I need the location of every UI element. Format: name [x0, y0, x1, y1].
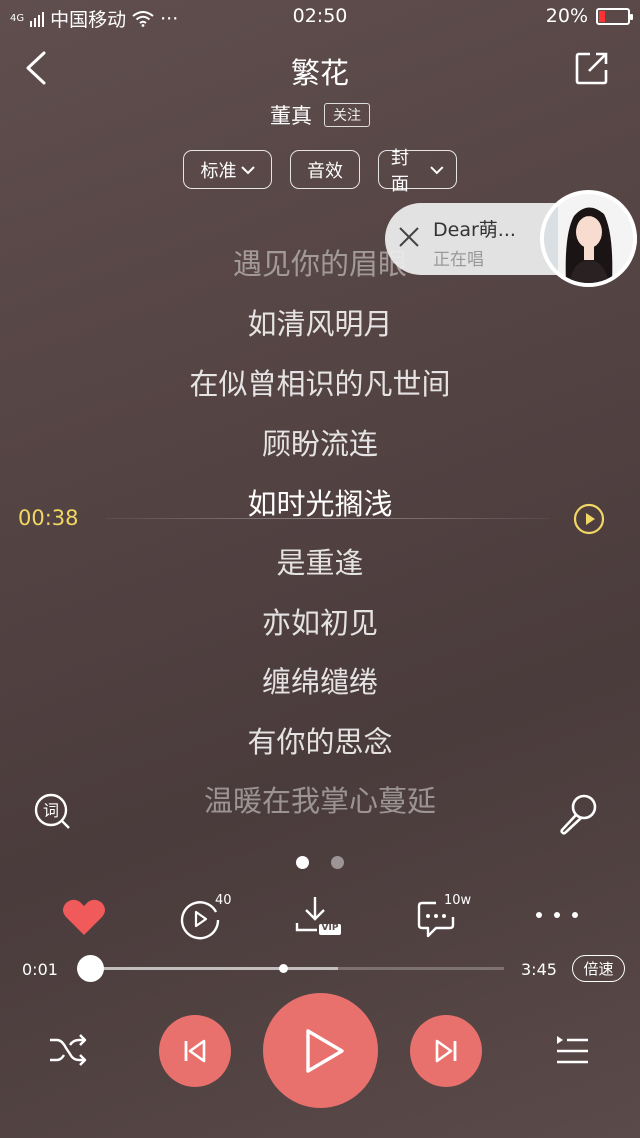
lyric-line: 是重逢	[276, 546, 364, 580]
lyric-line: 温暖在我掌心蔓延	[203, 784, 436, 818]
download-button[interactable]: VIP	[295, 895, 343, 939]
play-button[interactable]	[263, 993, 378, 1108]
like-heart-icon[interactable]	[62, 898, 106, 936]
artist-row: 董真 关注	[0, 100, 640, 130]
follow-button[interactable]: 关注	[324, 103, 370, 127]
singing-status: 正在唱	[433, 250, 484, 270]
lyric-seek-bar[interactable]: 00:38	[18, 503, 618, 535]
comment-count: 10w	[444, 893, 472, 908]
more-icon[interactable]	[535, 910, 579, 920]
microphone-icon[interactable]	[556, 792, 600, 836]
buffer-marker	[279, 964, 288, 973]
chevron-down-icon	[430, 165, 444, 174]
lyric-line: 亦如初见	[261, 606, 378, 640]
lyric-line: 缠绵缱绻	[261, 665, 378, 699]
play-icon	[305, 1028, 344, 1073]
status-bar: 4G 中国移动 ··· 02:50 20%	[0, 0, 640, 34]
previous-icon	[184, 1039, 206, 1063]
page-dot-active	[296, 856, 309, 869]
seek-time: 00:38	[18, 506, 79, 530]
svg-text:词: 词	[43, 801, 59, 820]
progress-handle[interactable]	[77, 955, 104, 982]
page-dot	[331, 856, 344, 869]
tab-sound-effect[interactable]: 音效	[290, 150, 360, 189]
tab-standard[interactable]: 标准	[183, 150, 272, 189]
page-indicator	[0, 856, 640, 869]
avatar-image	[544, 194, 633, 283]
playlist-icon[interactable]	[554, 1034, 590, 1068]
video-count: 40	[215, 893, 232, 908]
lyric-line: 在似曾相识的凡世间	[189, 367, 451, 401]
lyric-line: 有你的思念	[247, 725, 393, 759]
vip-badge: VIP	[321, 923, 339, 933]
song-title: 繁花	[290, 56, 349, 90]
next-icon	[435, 1039, 457, 1063]
artist-name[interactable]: 董真	[270, 100, 312, 130]
avatar[interactable]	[540, 190, 637, 287]
tab-cover-label: 封面	[391, 147, 409, 195]
seek-line	[106, 518, 550, 519]
chevron-down-icon	[240, 165, 255, 174]
progress-track[interactable]	[78, 967, 504, 970]
tab-cover[interactable]: 封面	[378, 148, 457, 195]
total-time: 3:45	[521, 960, 557, 979]
tab-sound-effect-label: 音效	[307, 160, 343, 182]
previous-button[interactable]	[159, 1015, 231, 1087]
lyric-line: 如清风明月	[247, 307, 393, 341]
play-from-here-icon[interactable]	[573, 503, 605, 535]
share-icon[interactable]	[574, 50, 610, 86]
speed-button[interactable]: 倍速	[572, 955, 625, 982]
lyric-poster-icon[interactable]: 词	[33, 792, 73, 832]
clock: 02:50	[292, 5, 348, 27]
current-time: 0:01	[22, 960, 58, 979]
comment-button[interactable]: 10w	[416, 893, 476, 943]
mode-tabs: 标准 音效 封面	[0, 148, 640, 195]
singer-name: Dear萌...	[433, 219, 516, 241]
shuffle-icon[interactable]	[48, 1032, 88, 1068]
battery-icon	[596, 7, 633, 25]
battery-percent: 20%	[545, 5, 588, 27]
video-button[interactable]: 40	[178, 893, 238, 943]
lyric-line: 顾盼流连	[261, 427, 378, 461]
close-icon[interactable]	[397, 225, 421, 249]
next-button[interactable]	[410, 1015, 482, 1087]
tab-standard-label: 标准	[200, 160, 237, 182]
